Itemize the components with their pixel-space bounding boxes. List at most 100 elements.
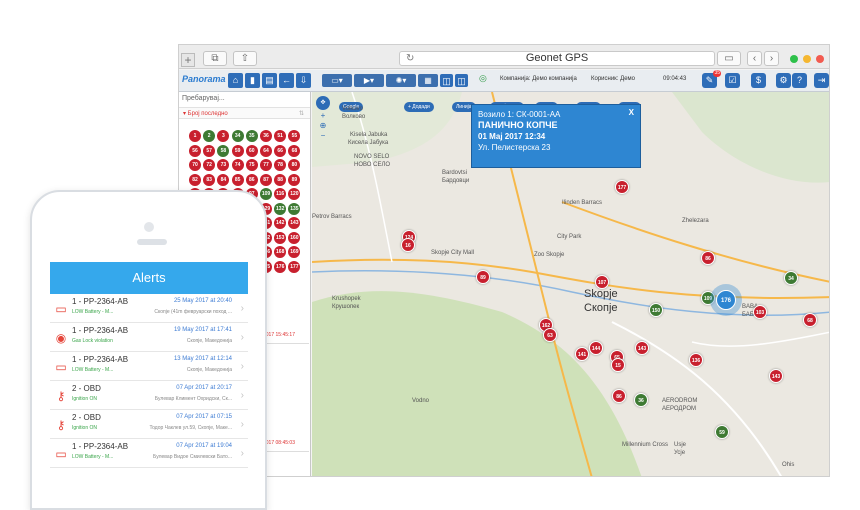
vehicle-chip[interactable]: 64 [260,144,272,157]
vehicle-chip[interactable]: 116 [274,188,287,200]
new-tab-button[interactable]: + [181,53,195,67]
pan-control-icon[interactable]: ✥ [316,96,330,110]
split-icon[interactable]: ◫ [455,74,468,87]
bookmark-icon[interactable]: ▮ [245,73,260,88]
vehicle-chip[interactable]: 160 [288,231,301,244]
alert-row[interactable]: ▭ 1 - PP-2364-AB LOW Battery - M... 13 May … [50,352,248,381]
alert-row[interactable]: ▭ 1 - PP-2364-AB LOW Battery - M... 07 Apr … [50,439,248,468]
vehicle-chip[interactable]: 77 [260,159,272,171]
notifications-icon[interactable]: ✎ 35 [702,70,721,88]
vehicle-marker[interactable]: 109 [701,291,715,305]
vehicle-chip[interactable]: 120 [288,188,301,200]
vehicle-chip[interactable]: 78 [274,159,287,171]
help-icon[interactable]: ? [792,73,807,88]
vehicle-chip[interactable]: 35 [245,130,258,142]
vehicle-chip[interactable]: 70 [189,159,201,171]
vehicle-chip[interactable]: 153 [274,231,287,244]
vehicle-chip[interactable]: 57 [203,144,216,157]
vehicle-chip[interactable]: 135 [288,202,301,215]
vehicle-marker[interactable]: 141 [575,347,589,361]
vehicle-chip[interactable]: 73 [217,159,230,171]
share-icon[interactable]: ⇧ [233,51,257,66]
vehicle-marker[interactable]: 86 [612,389,626,403]
vehicle-chip[interactable]: 88 [274,173,287,186]
route-group[interactable]: ▶▾ [354,74,384,87]
grid-icon[interactable]: ▦ [418,74,438,87]
window-close-dot[interactable] [816,55,824,63]
vehicle-chip[interactable]: 72 [203,159,216,171]
vehicle-chip[interactable]: 3 [217,130,230,142]
vehicle-chip[interactable]: 169 [288,246,301,258]
vehicle-chip[interactable]: 75 [245,159,258,171]
vehicle-marker[interactable]: 36 [634,393,648,407]
vehicle-chip[interactable]: 59 [231,144,244,157]
vehicle-marker[interactable]: 177 [615,180,629,194]
vehicle-search-input[interactable]: Пребарувај... [182,95,225,102]
vehicle-chip[interactable]: 68 [288,144,301,157]
back-arrow-icon[interactable]: ← [279,73,294,88]
map-button[interactable]: + Додади [404,102,434,112]
forward-icon[interactable]: › [764,51,779,66]
window-minimize-dot[interactable] [803,55,811,63]
vehicle-marker[interactable]: 68 [803,313,817,327]
vehicle-marker[interactable]: 176 [716,290,736,310]
popup-close-button[interactable]: X [629,108,634,117]
vehicle-marker[interactable]: 103 [753,305,767,319]
vehicle-chip[interactable]: 84 [217,173,230,186]
alert-row[interactable]: ⚷ 2 - OBD Ignition ON 07 Apr 2017 at 07:15 Т… [50,410,248,439]
settings-group[interactable]: ✺▾ [386,74,416,87]
vehicle-chip[interactable]: 85 [231,173,244,186]
vehicle-chip[interactable]: 87 [260,173,272,186]
vehicle-chip[interactable]: 66 [274,144,287,157]
sort-icon[interactable]: ⇅ [299,110,304,117]
window-zoom-dot[interactable] [790,55,798,63]
tasks-icon[interactable]: ☑ [725,73,740,88]
vehicle-chip[interactable]: 55 [288,130,301,142]
vehicle-marker[interactable]: 107 [595,275,609,289]
sidebar-icon[interactable]: ▭ [717,51,741,66]
vehicle-chip[interactable]: 2 [203,130,216,142]
tabs-icon[interactable]: ⧉ [203,51,227,66]
billing-icon[interactable]: $ [751,73,766,88]
vehicle-marker[interactable]: 15 [611,358,625,372]
vehicle-chip[interactable]: 60 [245,144,258,157]
vehicle-chip[interactable]: 168 [274,246,287,258]
back-icon[interactable]: ‹ [747,51,762,66]
vehicle-chip[interactable]: 82 [189,173,201,186]
vehicle-chip[interactable]: 1 [189,130,201,142]
window-icon[interactable]: ◫ [440,74,453,87]
vehicle-chip[interactable]: 51 [274,130,287,142]
vehicle-marker[interactable]: 143 [635,341,649,355]
vehicle-chip[interactable]: 177 [288,260,301,273]
gear-icon[interactable]: ⚙ [776,73,791,88]
vehicle-chip[interactable]: 132 [274,202,287,215]
vehicle-marker[interactable]: 34 [784,271,798,285]
address-bar[interactable]: ↻ Geonet GPS [399,51,715,66]
map-layer-group[interactable]: ▭▾ [322,74,352,87]
vehicle-chip[interactable]: 80 [288,159,301,171]
zoom-slider-icon[interactable]: ⊕ [319,122,327,130]
reload-icon[interactable]: ↻ [406,52,414,65]
home-icon[interactable]: ⌂ [228,73,243,88]
vehicle-marker[interactable]: 63 [543,328,557,342]
alert-row[interactable]: ⚷ 2 - OBD Ignition ON 07 Apr 2017 at 20:17 Б… [50,381,248,410]
vehicle-chip[interactable]: 34 [231,130,244,142]
vehicle-chip[interactable]: 36 [260,130,272,142]
vehicle-chip[interactable]: 86 [245,173,258,186]
report-icon[interactable]: ▤ [262,73,277,88]
alert-row[interactable]: ▭ 1 - PP-2364-AB LOW Battery - M... 25 May … [50,294,248,323]
vehicle-marker[interactable]: 86 [701,251,715,265]
vehicle-chip[interactable]: 109 [260,188,272,200]
vehicle-chip[interactable]: 56 [189,144,201,157]
logout-icon[interactable]: ⇥ [814,73,829,88]
vehicle-chip[interactable]: 74 [231,159,244,171]
vehicle-marker[interactable]: 143 [769,369,783,383]
vehicle-marker[interactable]: 150 [649,303,663,317]
vehicle-marker[interactable]: 144 [589,341,603,355]
zoom-out-icon[interactable]: − [319,132,327,140]
vehicle-marker[interactable]: 16 [401,238,415,252]
sort-row[interactable]: ▾ Број последно ⇅ [179,107,310,119]
vehicle-chip[interactable]: 142 [274,217,287,229]
vehicle-chip[interactable]: 89 [288,173,301,186]
download-icon[interactable]: ⇩ [296,73,311,88]
